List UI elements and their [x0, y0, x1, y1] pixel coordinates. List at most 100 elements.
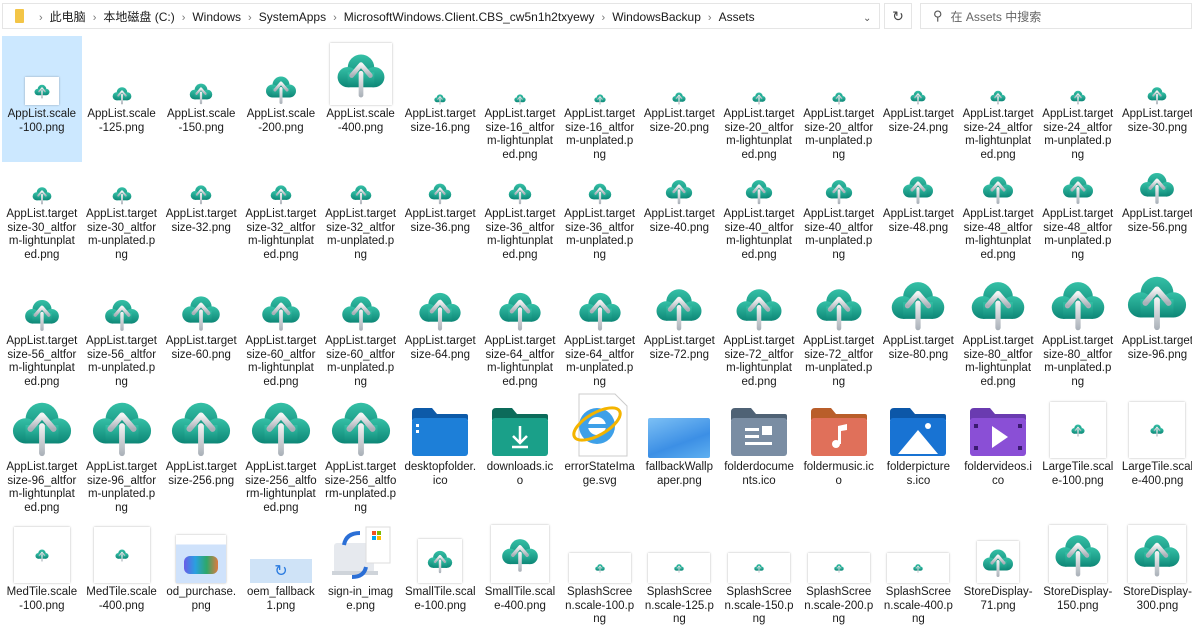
- file-item[interactable]: foldervideos.ico: [958, 389, 1038, 515]
- file-item[interactable]: AppList.targetsize-32_altform-unplated.p…: [321, 162, 401, 262]
- file-item[interactable]: AppList.targetsize-36_altform-lightunpla…: [480, 162, 560, 262]
- file-item[interactable]: AppList.targetsize-64_altform-unplated.p…: [560, 262, 640, 389]
- file-item[interactable]: ↻ oem_fallback1.png: [241, 515, 321, 640]
- file-item[interactable]: downloads.ico: [480, 389, 560, 515]
- file-item[interactable]: AppList.targetsize-72.png: [640, 262, 720, 389]
- file-item[interactable]: AppList.scale-200.png: [241, 36, 321, 162]
- chevron-right-icon[interactable]: ›: [602, 12, 606, 24]
- file-item[interactable]: SplashScreen.scale-400.png: [879, 515, 959, 640]
- file-item[interactable]: folderpictures.ico: [879, 389, 959, 515]
- file-item[interactable]: SplashScreen.scale-100.png: [560, 515, 640, 640]
- file-item[interactable]: AppList.targetsize-32.png: [161, 162, 241, 262]
- search-input[interactable]: ⚲ 在 Assets 中搜索: [920, 3, 1192, 29]
- file-item[interactable]: MedTile.scale-100.png: [2, 515, 82, 640]
- file-name: AppList.targetsize-256_altform-unplated.…: [324, 461, 397, 514]
- file-item[interactable]: AppList.targetsize-64_altform-lightunpla…: [480, 262, 560, 389]
- file-item[interactable]: sign-in_image.png: [321, 515, 401, 640]
- file-name: AppList.targetsize-24_altform-lightunpla…: [962, 108, 1034, 161]
- file-item[interactable]: AppList.targetsize-56.png: [1118, 162, 1192, 262]
- breadcrumb-item[interactable]: Windows: [192, 10, 241, 24]
- file-item[interactable]: AppList.targetsize-80_altform-unplated.p…: [1038, 262, 1118, 389]
- breadcrumb-item[interactable]: 本地磁盘 (C:): [103, 10, 174, 24]
- file-item[interactable]: AppList.targetsize-96_altform-unplated.p…: [82, 389, 162, 515]
- file-item[interactable]: AppList.targetsize-40_altform-unplated.p…: [799, 162, 879, 262]
- file-item[interactable]: LargeTile.scale-400.png: [1118, 389, 1192, 515]
- file-item[interactable]: AppList.targetsize-80_altform-lightunpla…: [958, 262, 1038, 389]
- file-name: AppList.targetsize-80_altform-lightunpla…: [962, 335, 1034, 388]
- file-item[interactable]: SmallTile.scale-400.png: [480, 515, 560, 640]
- file-item[interactable]: AppList.targetsize-80.png: [879, 262, 959, 389]
- file-item[interactable]: AppList.targetsize-96.png: [1118, 262, 1192, 389]
- breadcrumb-item[interactable]: 此电脑: [50, 10, 86, 24]
- file-item[interactable]: AppList.targetsize-40_altform-lightunpla…: [719, 162, 799, 262]
- file-item[interactable]: AppList.targetsize-20_altform-unplated.p…: [799, 36, 879, 162]
- file-item[interactable]: AppList.targetsize-48_altform-unplated.p…: [1038, 162, 1118, 262]
- address-bar[interactable]: › 此电脑 › 本地磁盘 (C:) › Windows › SystemApps › Micros…: [2, 3, 880, 29]
- file-item[interactable]: folderdocuments.ico: [719, 389, 799, 515]
- file-item[interactable]: AppList.targetsize-72_altform-unplated.p…: [799, 262, 879, 389]
- file-item[interactable]: StoreDisplay-300.png: [1118, 515, 1192, 640]
- file-item[interactable]: AppList.targetsize-60.png: [161, 262, 241, 389]
- file-item[interactable]: AppList.targetsize-60_altform-lightunpla…: [241, 262, 321, 389]
- file-item[interactable]: AppList.targetsize-24_altform-unplated.p…: [1038, 36, 1118, 162]
- file-item[interactable]: od_purchase.png: [161, 515, 241, 640]
- file-item[interactable]: SmallTile.scale-100.png: [400, 515, 480, 640]
- file-item[interactable]: AppList.targetsize-16_altform-unplated.p…: [560, 36, 640, 162]
- breadcrumb-item[interactable]: WindowsBackup: [612, 10, 701, 24]
- file-item[interactable]: AppList.targetsize-256_altform-lightunpl…: [241, 389, 321, 515]
- file-item[interactable]: SplashScreen.scale-125.png: [640, 515, 720, 640]
- file-item[interactable]: SplashScreen.scale-200.png: [799, 515, 879, 640]
- chevron-right-icon[interactable]: ›: [39, 12, 43, 24]
- file-item[interactable]: AppList.scale-125.png: [82, 36, 162, 162]
- file-item[interactable]: AppList.targetsize-24_altform-lightunpla…: [958, 36, 1038, 162]
- file-item[interactable]: AppList.targetsize-36_altform-unplated.p…: [560, 162, 640, 262]
- breadcrumb-item[interactable]: Assets: [719, 10, 755, 24]
- file-item[interactable]: AppList.targetsize-32_altform-lightunpla…: [241, 162, 321, 262]
- chevron-right-icon[interactable]: ›: [333, 12, 337, 24]
- file-item[interactable]: AppList.scale-150.png: [161, 36, 241, 162]
- file-item[interactable]: AppList.targetsize-30.png: [1118, 36, 1192, 162]
- file-item[interactable]: AppList.targetsize-256_altform-unplated.…: [321, 389, 401, 515]
- chevron-right-icon[interactable]: ›: [248, 12, 252, 24]
- file-item[interactable]: AppList.targetsize-64.png: [400, 262, 480, 389]
- file-item[interactable]: AppList.targetsize-72_altform-lightunpla…: [719, 262, 799, 389]
- file-item[interactable]: AppList.targetsize-24.png: [879, 36, 959, 162]
- file-item[interactable]: AppList.scale-100.png: [2, 36, 82, 162]
- file-item[interactable]: StoreDisplay-150.png: [1038, 515, 1118, 640]
- file-item[interactable]: AppList.targetsize-20.png: [640, 36, 720, 162]
- chevron-right-icon[interactable]: ›: [182, 12, 186, 24]
- refresh-button[interactable]: ↻: [884, 3, 912, 29]
- file-item[interactable]: SplashScreen.scale-150.png: [719, 515, 799, 640]
- cloud-icon: [241, 262, 321, 335]
- file-item[interactable]: AppList.targetsize-256.png: [161, 389, 241, 515]
- breadcrumb-item[interactable]: SystemApps: [259, 10, 326, 24]
- chevron-right-icon[interactable]: ›: [93, 12, 97, 24]
- file-item[interactable]: AppList.targetsize-40.png: [640, 162, 720, 262]
- file-item[interactable]: AppList.targetsize-30_altform-unplated.p…: [82, 162, 162, 262]
- file-item[interactable]: StoreDisplay-71.png: [958, 515, 1038, 640]
- file-item[interactable]: MedTile.scale-400.png: [82, 515, 162, 640]
- file-item[interactable]: AppList.targetsize-36.png: [400, 162, 480, 262]
- file-item[interactable]: AppList.targetsize-48.png: [879, 162, 959, 262]
- file-item[interactable]: fallbackWallpaper.png: [640, 389, 720, 515]
- oem-image-icon: ↻: [241, 515, 321, 586]
- file-item[interactable]: LargeTile.scale-100.png: [1038, 389, 1118, 515]
- file-item[interactable]: desktopfolder.ico: [400, 389, 480, 515]
- breadcrumb-item[interactable]: MicrosoftWindows.Client.CBS_cw5n1h2txyew…: [344, 10, 595, 24]
- file-item[interactable]: AppList.targetsize-16.png: [400, 36, 480, 162]
- file-item[interactable]: AppList.targetsize-56_altform-lightunpla…: [2, 262, 82, 389]
- file-item[interactable]: AppList.targetsize-16_altform-lightunpla…: [480, 36, 560, 162]
- chevron-down-icon[interactable]: ⌄: [863, 13, 871, 24]
- file-item[interactable]: AppList.targetsize-48_altform-lightunpla…: [958, 162, 1038, 262]
- file-name: AppList.targetsize-64_altform-lightunpla…: [484, 335, 556, 388]
- chevron-right-icon[interactable]: ›: [708, 12, 712, 24]
- file-item[interactable]: AppList.targetsize-96_altform-lightunpla…: [2, 389, 82, 515]
- file-item[interactable]: AppList.scale-400.png: [321, 36, 401, 162]
- file-item[interactable]: foldermusic.ico: [799, 389, 879, 515]
- file-item[interactable]: AppList.targetsize-30_altform-lightunpla…: [2, 162, 82, 262]
- file-item[interactable]: AppList.targetsize-20_altform-lightunpla…: [719, 36, 799, 162]
- cloud-thumb-icon: [1038, 389, 1118, 461]
- file-item[interactable]: errorStateImage.svg: [560, 389, 640, 515]
- file-item[interactable]: AppList.targetsize-56_altform-unplated.p…: [82, 262, 162, 389]
- file-item[interactable]: AppList.targetsize-60_altform-unplated.p…: [321, 262, 401, 389]
